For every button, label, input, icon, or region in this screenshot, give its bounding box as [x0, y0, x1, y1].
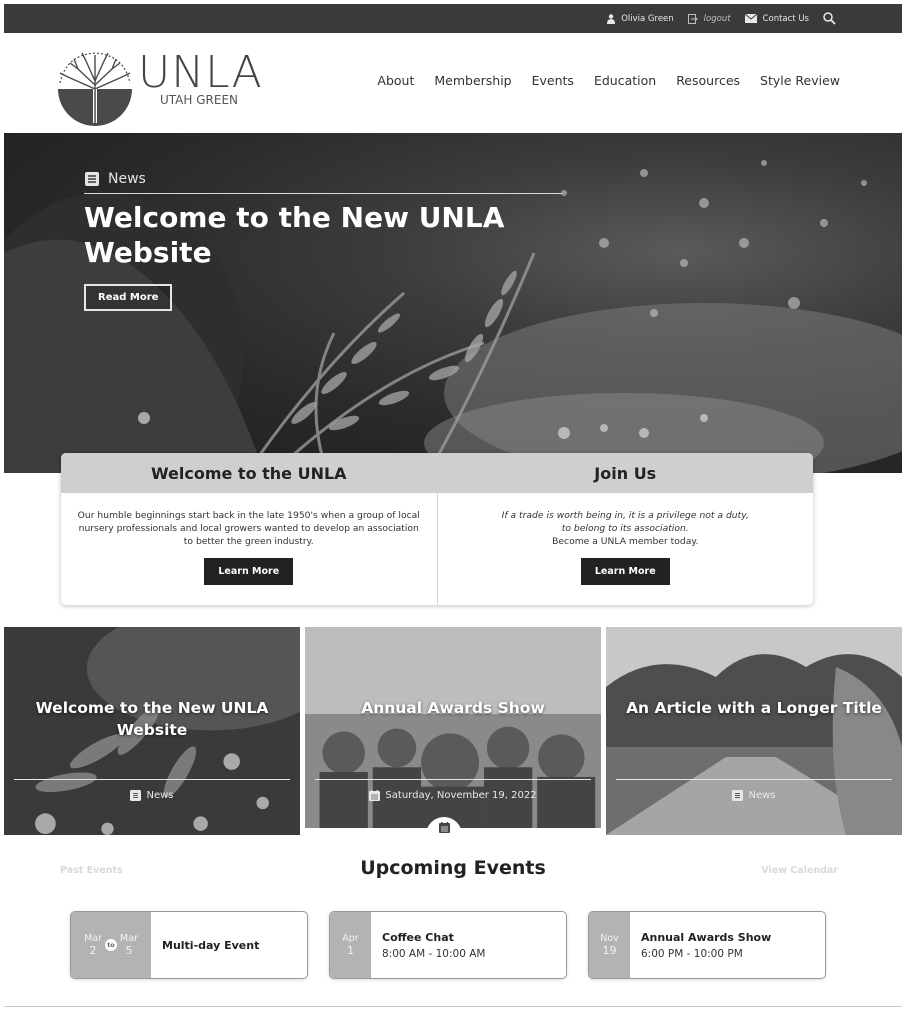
event-month: Apr — [342, 933, 359, 944]
intro-section: Welcome to the UNLA Our humble beginning… — [4, 453, 902, 627]
tile-title: Welcome to the New UNLA Website — [35, 699, 269, 739]
featured-tile[interactable]: An Article with a Longer Title News — [606, 627, 902, 835]
logout-icon — [687, 13, 698, 24]
event-start-day: 2 — [89, 944, 97, 957]
date-range-to-badge: to — [105, 939, 117, 951]
event-end-day: 5 — [125, 944, 133, 957]
tile-meta: News — [606, 790, 902, 801]
welcome-card-text: Our humble beginnings start back in the … — [77, 510, 420, 547]
user-icon — [607, 13, 616, 24]
event-month: Nov — [600, 933, 619, 944]
footer-divider — [4, 1006, 902, 1007]
event-name: Coffee Chat — [382, 930, 454, 944]
event-date: Apr 1 — [330, 912, 371, 978]
nav-events[interactable]: Events — [532, 73, 574, 88]
upcoming-events-section: Past Events Upcoming Events View Calenda… — [4, 835, 902, 1007]
search-button[interactable] — [823, 12, 836, 25]
tile-divider — [315, 779, 591, 780]
event-card[interactable]: Nov 19 Annual Awards Show 6:00 PM - 10:0… — [588, 911, 826, 979]
hero-category-label: News — [108, 171, 146, 187]
tile-meta: Saturday, November 19, 2022 — [305, 790, 601, 801]
event-card[interactable]: Mar 2 to Mar 5 Multi-day Event — [70, 911, 308, 979]
tile-title: Annual Awards Show — [361, 699, 545, 717]
tile-garden-image — [606, 627, 902, 835]
event-time: 8:00 AM - 10:00 AM — [382, 947, 486, 960]
intro-cards: Welcome to the UNLA Our humble beginning… — [61, 453, 813, 605]
hero-title[interactable]: Welcome to the New UNLA Website — [84, 200, 562, 270]
search-icon — [823, 12, 836, 25]
welcome-learn-more-button[interactable]: Learn More — [204, 558, 294, 585]
news-icon — [130, 790, 142, 801]
view-calendar-link[interactable]: View Calendar — [761, 865, 838, 876]
tile-meta: News — [4, 790, 300, 801]
join-quote-line-1: If a trade is worth being in, it is a pr… — [501, 510, 749, 521]
main-nav: About Membership Events Education Resour… — [377, 73, 840, 88]
hero-banner: News Welcome to the New UNLA Website Rea… — [4, 133, 902, 473]
nav-membership[interactable]: Membership — [434, 73, 511, 88]
nav-style-review[interactable]: Style Review — [760, 73, 840, 88]
tile-divider — [14, 779, 290, 780]
news-icon — [85, 172, 99, 186]
event-start-month: Mar — [84, 933, 102, 944]
page: Olivia Green logout Contact Us UNLA UTAH… — [4, 4, 902, 1007]
read-more-button[interactable]: Read More — [84, 284, 173, 311]
user-link[interactable]: Olivia Green — [607, 13, 674, 24]
news-icon — [732, 790, 744, 801]
join-card-text: Become a UNLA member today. — [552, 536, 699, 547]
featured-tile[interactable]: Welcome to the New UNLA Website News — [4, 627, 300, 835]
user-name: Olivia Green — [621, 13, 674, 24]
event-date-range: Mar 2 to Mar 5 — [71, 912, 151, 978]
logout-link[interactable]: logout — [687, 13, 731, 24]
site-logo[interactable]: UNLA UTAH GREEN — [56, 49, 263, 127]
join-quote-line-2: to belong to its association. — [561, 523, 689, 534]
join-card-title: Join Us — [437, 453, 813, 493]
nav-about[interactable]: About — [377, 73, 414, 88]
event-card[interactable]: Apr 1 Coffee Chat 8:00 AM - 10:00 AM — [329, 911, 567, 979]
logo-wordmark: UNLA — [138, 47, 263, 98]
event-end-month: Mar — [120, 933, 138, 944]
join-learn-more-button[interactable]: Learn More — [580, 558, 670, 585]
featured-tile[interactable]: Annual Awards Show Saturday, November 19… — [305, 627, 601, 835]
tile-meta-label: Saturday, November 19, 2022 — [385, 790, 537, 801]
logout-label: logout — [703, 13, 731, 24]
event-name: Annual Awards Show — [641, 930, 772, 944]
hero-category: News — [84, 171, 562, 194]
nav-resources[interactable]: Resources — [676, 73, 740, 88]
welcome-card: Welcome to the UNLA Our humble beginning… — [61, 453, 437, 605]
event-name: Multi-day Event — [162, 938, 260, 952]
event-date: Nov 19 — [589, 912, 630, 978]
nav-education[interactable]: Education — [594, 73, 656, 88]
utility-bar: Olivia Green logout Contact Us — [4, 4, 902, 33]
tile-title: An Article with a Longer Title — [626, 699, 882, 717]
join-card: Join Us If a trade is worth being in, it… — [436, 453, 813, 605]
contact-link[interactable]: Contact Us — [744, 13, 809, 24]
calendar-icon — [438, 822, 450, 833]
envelope-icon — [744, 14, 757, 23]
event-list: Mar 2 to Mar 5 Multi-day Event Apr 1 Cof… — [70, 911, 826, 979]
featured-tiles: Welcome to the New UNLA Website News Ann… — [4, 627, 902, 839]
calendar-icon — [369, 790, 381, 801]
tree-logo-icon — [58, 52, 132, 126]
event-time: 6:00 PM - 10:00 PM — [641, 947, 743, 960]
site-header: UNLA UTAH GREEN About Membership Events … — [4, 33, 902, 133]
tile-meta-label: News — [146, 790, 174, 801]
tile-meta-label: News — [748, 790, 776, 801]
contact-label: Contact Us — [762, 13, 809, 24]
event-day: 19 — [602, 944, 617, 957]
welcome-card-title: Welcome to the UNLA — [61, 453, 437, 493]
event-day: 1 — [347, 944, 354, 957]
tile-divider — [616, 779, 892, 780]
